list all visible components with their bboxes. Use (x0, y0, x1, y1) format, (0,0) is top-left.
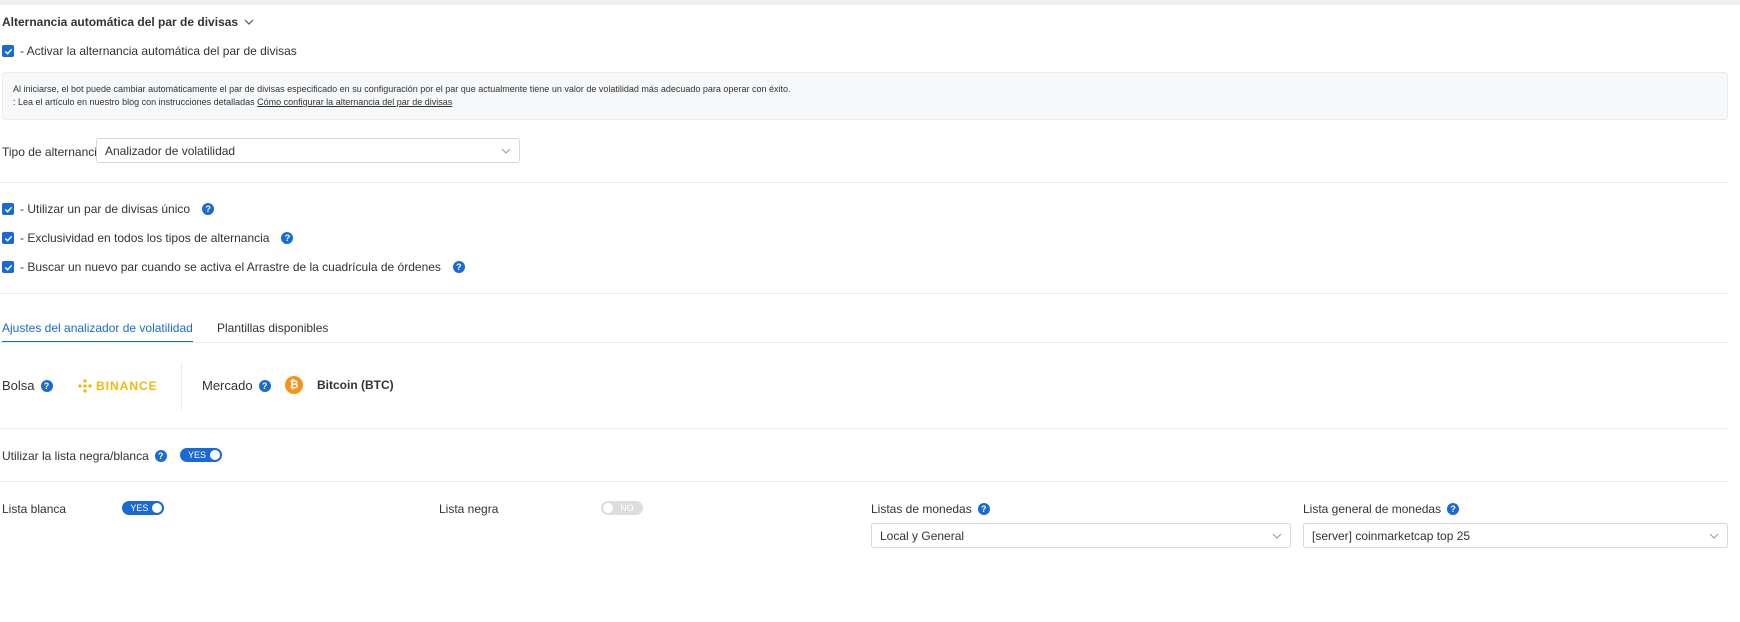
option-unique-pair[interactable]: - Utilizar un par de divisas único ? (2, 202, 215, 216)
chevron-down-icon (501, 148, 511, 154)
section-header[interactable]: Alternancia automática del par de divisa… (2, 15, 254, 29)
alternation-type-label: Tipo de alternancia (2, 145, 104, 159)
exchange-label: Bolsa (2, 378, 35, 393)
chevron-down-icon (1709, 533, 1719, 539)
option-grid-drag-search[interactable]: - Buscar un nuevo par cuando se activa e… (2, 260, 465, 274)
divider (0, 182, 1728, 183)
market-field: Mercado ? (202, 378, 271, 393)
blackwhite-toggle[interactable]: YES (180, 448, 222, 462)
help-icon[interactable]: ? (154, 450, 167, 462)
blacklist-label: Lista negra (439, 502, 499, 516)
help-icon[interactable]: ? (452, 261, 465, 273)
option-exclusivity[interactable]: - Exclusividad en todos los tipos de alt… (2, 231, 294, 245)
general-list-select[interactable]: [server] coinmarketcap top 25 (1303, 523, 1728, 548)
checkmark-icon (4, 48, 12, 55)
checkmark-icon (4, 235, 12, 242)
toggle-knob (152, 503, 163, 513)
toggle-text: NO (620, 503, 634, 513)
unique-pair-checkbox[interactable] (2, 203, 14, 215)
binance-logo: BINANCE (78, 379, 158, 393)
coin-lists-field: Listas de monedas ? (871, 502, 990, 516)
market-selector[interactable]: ₿ Bitcoin (BTC) (285, 376, 394, 394)
blackwhite-label: Utilizar la lista negra/blanca (2, 449, 149, 463)
toggle-text: YES (130, 503, 149, 513)
info-line-1: Al iniciarse, el bot puede cambiar autom… (13, 84, 791, 94)
bitcoin-icon: ₿ (285, 376, 303, 394)
chevron-down-icon (1272, 533, 1282, 539)
help-icon[interactable]: ? (40, 379, 53, 392)
grid-drag-checkbox[interactable] (2, 261, 14, 273)
toggle-knob (210, 450, 220, 460)
blog-article-link[interactable]: Cómo configurar la alternancia del par d… (257, 97, 452, 107)
chevron-down-icon (244, 19, 254, 25)
exchange-logo[interactable]: BINANCE (78, 379, 158, 396)
exclusivity-checkbox[interactable] (2, 232, 14, 244)
help-icon[interactable]: ? (281, 232, 294, 244)
tab-volatility-settings[interactable]: Ajustes del analizador de volatilidad (2, 321, 193, 342)
help-icon[interactable]: ? (202, 203, 215, 215)
auto-alternation-option[interactable]: - Activar la alternancia automática del … (2, 44, 297, 58)
top-bar (0, 0, 1740, 5)
checkmark-icon (4, 264, 12, 271)
toggle-text: YES (188, 450, 207, 460)
alternation-type-select[interactable]: Analizador de volatilidad (96, 138, 520, 163)
help-icon[interactable]: ? (1447, 503, 1460, 515)
info-box: Al iniciarse, el bot puede cambiar autom… (2, 72, 1728, 120)
divider (0, 481, 1728, 482)
info-line-2: : Lea el artículo en nuestro blog con in… (13, 96, 1717, 109)
help-icon[interactable]: ? (977, 503, 990, 515)
general-list-label: Lista general de monedas (1303, 502, 1442, 516)
grid-drag-label: - Buscar un nuevo par cuando se activa e… (20, 260, 441, 274)
section-title: Alternancia automática del par de divisa… (2, 15, 239, 29)
tabs-divider (0, 342, 1728, 343)
auto-alternation-checkbox[interactable] (2, 45, 14, 57)
tab-available-templates[interactable]: Plantillas disponibles (217, 321, 328, 335)
unique-pair-label: - Utilizar un par de divisas único (20, 202, 191, 216)
exclusivity-label: - Exclusividad en todos los tipos de alt… (20, 231, 270, 245)
general-list-field: Lista general de monedas ? (1303, 502, 1460, 516)
general-list-value: [server] coinmarketcap top 25 (1312, 528, 1471, 543)
coin-lists-value: Local y General (880, 528, 965, 543)
help-icon[interactable]: ? (258, 379, 271, 392)
whitelist-toggle[interactable]: YES (122, 501, 165, 515)
vertical-divider (181, 364, 182, 410)
coin-lists-select[interactable]: Local y General (871, 523, 1291, 548)
divider (0, 293, 1728, 294)
coin-lists-label: Listas de monedas (871, 502, 972, 516)
exchange-field: Bolsa ? (2, 378, 53, 393)
alternation-type-value: Analizador de volatilidad (105, 143, 236, 158)
info-line-2-text: : Lea el artículo en nuestro blog con in… (13, 97, 258, 107)
binance-icon (78, 379, 92, 393)
binance-logo-text: BINANCE (96, 379, 158, 393)
market-value: Bitcoin (BTC) (317, 378, 394, 392)
checkmark-icon (4, 206, 12, 213)
divider (0, 428, 1728, 429)
whitelist-label: Lista blanca (2, 502, 67, 516)
auto-alternation-label: - Activar la alternancia automática del … (20, 44, 297, 58)
blackwhite-field: Utilizar la lista negra/blanca ? (2, 449, 167, 463)
toggle-knob (602, 503, 613, 513)
market-label: Mercado (202, 378, 253, 393)
blacklist-toggle[interactable]: NO (600, 501, 643, 515)
